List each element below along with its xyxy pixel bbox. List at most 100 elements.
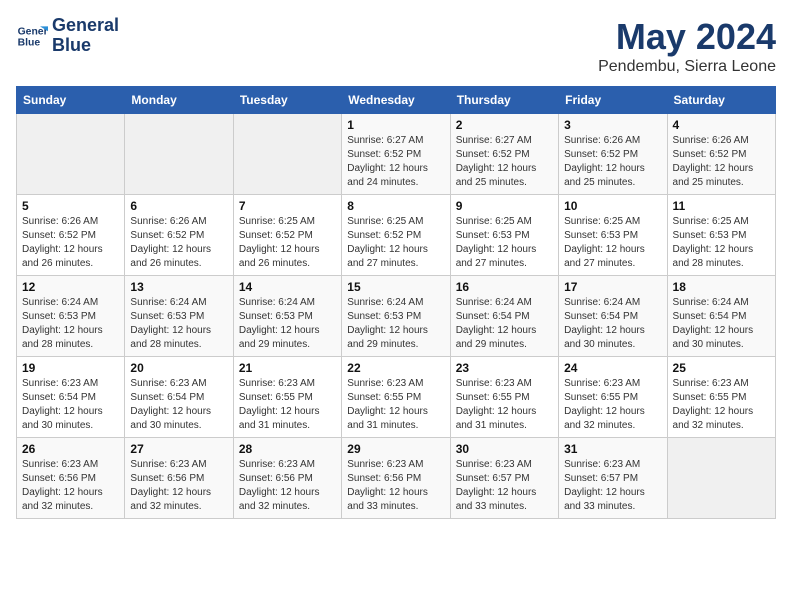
day-number: 19 [22,361,119,375]
calendar-cell: 18 Sunrise: 6:24 AM Sunset: 6:54 PM Dayli… [667,276,775,357]
day-info: Sunrise: 6:23 AM Sunset: 6:56 PM Dayligh… [130,458,227,514]
day-number: 8 [347,199,444,213]
day-number: 30 [456,442,553,456]
day-number: 27 [130,442,227,456]
day-info: Sunrise: 6:25 AM Sunset: 6:52 PM Dayligh… [347,215,444,271]
calendar-body: 1 Sunrise: 6:27 AM Sunset: 6:52 PM Daylig… [17,114,776,519]
calendar-cell: 27 Sunrise: 6:23 AM Sunset: 6:56 PM Dayli… [125,438,233,519]
day-info: Sunrise: 6:24 AM Sunset: 6:53 PM Dayligh… [130,296,227,352]
day-number: 2 [456,118,553,132]
day-number: 29 [347,442,444,456]
day-number: 4 [673,118,770,132]
calendar-cell: 2 Sunrise: 6:27 AM Sunset: 6:52 PM Daylig… [450,114,558,195]
calendar-cell [17,114,125,195]
day-number: 18 [673,280,770,294]
title-location: Pendembu, Sierra Leone [598,58,776,76]
logo: General Blue General Blue [16,16,119,56]
day-info: Sunrise: 6:25 AM Sunset: 6:53 PM Dayligh… [564,215,661,271]
calendar-cell: 25 Sunrise: 6:23 AM Sunset: 6:55 PM Dayli… [667,357,775,438]
weekday-header-sunday: Sunday [17,87,125,114]
day-info: Sunrise: 6:23 AM Sunset: 6:55 PM Dayligh… [456,377,553,433]
day-info: Sunrise: 6:24 AM Sunset: 6:53 PM Dayligh… [239,296,336,352]
calendar-cell: 21 Sunrise: 6:23 AM Sunset: 6:55 PM Dayli… [233,357,341,438]
title-month: May 2024 [598,16,776,58]
svg-text:Blue: Blue [18,37,41,48]
day-number: 25 [673,361,770,375]
calendar-cell: 1 Sunrise: 6:27 AM Sunset: 6:52 PM Daylig… [342,114,450,195]
day-number: 20 [130,361,227,375]
day-number: 17 [564,280,661,294]
calendar-cell: 9 Sunrise: 6:25 AM Sunset: 6:53 PM Daylig… [450,195,558,276]
day-info: Sunrise: 6:24 AM Sunset: 6:54 PM Dayligh… [456,296,553,352]
calendar-cell: 26Sunrise: 6:23 AM Sunset: 6:56 PM Dayli… [17,438,125,519]
calendar-week-1: 1 Sunrise: 6:27 AM Sunset: 6:52 PM Daylig… [17,114,776,195]
calendar-cell: 11Sunrise: 6:25 AM Sunset: 6:53 PM Dayli… [667,195,775,276]
day-info: Sunrise: 6:23 AM Sunset: 6:56 PM Dayligh… [347,458,444,514]
day-info: Sunrise: 6:24 AM Sunset: 6:54 PM Dayligh… [673,296,770,352]
day-info: Sunrise: 6:23 AM Sunset: 6:54 PM Dayligh… [130,377,227,433]
day-info: Sunrise: 6:23 AM Sunset: 6:55 PM Dayligh… [347,377,444,433]
calendar-cell: 13 Sunrise: 6:24 AM Sunset: 6:53 PM Dayli… [125,276,233,357]
title-block: May 2024 Pendembu, Sierra Leone [598,16,776,76]
day-number: 11 [673,199,770,213]
day-number: 26 [22,442,119,456]
day-info: Sunrise: 6:23 AM Sunset: 6:55 PM Dayligh… [673,377,770,433]
page-header: General Blue General Blue May 2024 Pende… [16,16,776,76]
calendar-week-2: 5 Sunrise: 6:26 AM Sunset: 6:52 PM Daylig… [17,195,776,276]
day-info: Sunrise: 6:26 AM Sunset: 6:52 PM Dayligh… [673,134,770,190]
day-number: 6 [130,199,227,213]
calendar-cell: 8 Sunrise: 6:25 AM Sunset: 6:52 PM Daylig… [342,195,450,276]
weekday-header-monday: Monday [125,87,233,114]
weekday-header-friday: Friday [559,87,667,114]
day-number: 16 [456,280,553,294]
calendar-cell: 3 Sunrise: 6:26 AM Sunset: 6:52 PM Daylig… [559,114,667,195]
calendar-cell: 5 Sunrise: 6:26 AM Sunset: 6:52 PM Daylig… [17,195,125,276]
logo-icon: General Blue [16,20,48,52]
day-number: 5 [22,199,119,213]
day-info: Sunrise: 6:27 AM Sunset: 6:52 PM Dayligh… [347,134,444,190]
calendar-cell: 14Sunrise: 6:24 AM Sunset: 6:53 PM Dayli… [233,276,341,357]
day-info: Sunrise: 6:26 AM Sunset: 6:52 PM Dayligh… [130,215,227,271]
calendar-cell: 24Sunrise: 6:23 AM Sunset: 6:55 PM Dayli… [559,357,667,438]
calendar-cell: 30Sunrise: 6:23 AM Sunset: 6:57 PM Dayli… [450,438,558,519]
day-number: 24 [564,361,661,375]
calendar-cell: 20 Sunrise: 6:23 AM Sunset: 6:54 PM Dayli… [125,357,233,438]
calendar-cell: 12 Sunrise: 6:24 AM Sunset: 6:53 PM Dayli… [17,276,125,357]
calendar-cell: 7 Sunrise: 6:25 AM Sunset: 6:52 PM Daylig… [233,195,341,276]
day-info: Sunrise: 6:26 AM Sunset: 6:52 PM Dayligh… [22,215,119,271]
calendar-cell: 31Sunrise: 6:23 AM Sunset: 6:57 PM Dayli… [559,438,667,519]
calendar-cell [233,114,341,195]
day-number: 13 [130,280,227,294]
day-info: Sunrise: 6:26 AM Sunset: 6:52 PM Dayligh… [564,134,661,190]
calendar-cell: 16 Sunrise: 6:24 AM Sunset: 6:54 PM Dayli… [450,276,558,357]
day-number: 12 [22,280,119,294]
weekday-header-thursday: Thursday [450,87,558,114]
day-info: Sunrise: 6:23 AM Sunset: 6:55 PM Dayligh… [239,377,336,433]
calendar-week-5: 26 Sunrise: 6:23 AM Sunset: 6:56 PM Dayli… [17,438,776,519]
logo-text: General Blue [52,16,119,56]
day-number: 10 [564,199,661,213]
calendar-cell: 10 Sunrise: 6:25 AM Sunset: 6:53 PM Dayli… [559,195,667,276]
day-number: 23 [456,361,553,375]
day-number: 15 [347,280,444,294]
calendar-week-4: 19 Sunrise: 6:23 AM Sunset: 6:54 PM Dayli… [17,357,776,438]
weekday-header-wednesday: Wednesday [342,87,450,114]
day-info: Sunrise: 6:23 AM Sunset: 6:54 PM Dayligh… [22,377,119,433]
day-info: Sunrise: 6:25 AM Sunset: 6:52 PM Dayligh… [239,215,336,271]
day-info: Sunrise: 6:25 AM Sunset: 6:53 PM Dayligh… [456,215,553,271]
day-number: 9 [456,199,553,213]
day-number: 1 [347,118,444,132]
day-number: 22 [347,361,444,375]
calendar-cell: 19 Sunrise: 6:23 AM Sunset: 6:54 PM Dayli… [17,357,125,438]
day-number: 3 [564,118,661,132]
weekday-header-tuesday: Tuesday [233,87,341,114]
calendar-cell: 23 Sunrise: 6:23 AM Sunset: 6:55 PM Dayli… [450,357,558,438]
day-info: Sunrise: 6:27 AM Sunset: 6:52 PM Dayligh… [456,134,553,190]
calendar-cell [125,114,233,195]
day-info: Sunrise: 6:24 AM Sunset: 6:53 PM Dayligh… [22,296,119,352]
day-info: Sunrise: 6:23 AM Sunset: 6:57 PM Dayligh… [564,458,661,514]
day-number: 28 [239,442,336,456]
day-number: 21 [239,361,336,375]
day-number: 7 [239,199,336,213]
day-info: Sunrise: 6:24 AM Sunset: 6:53 PM Dayligh… [347,296,444,352]
